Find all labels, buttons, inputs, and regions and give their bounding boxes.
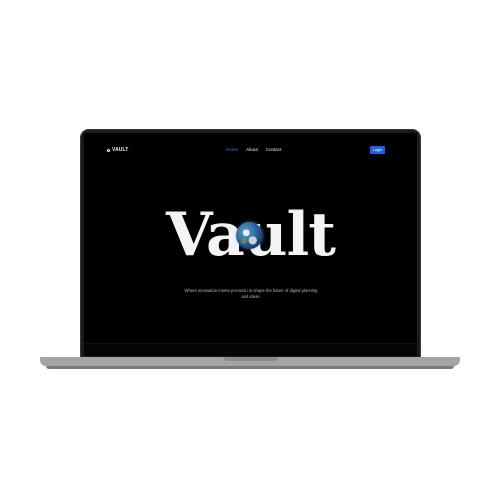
login-button[interactable]: Login	[370, 146, 385, 154]
nav-link-contact[interactable]: Contact	[266, 147, 282, 152]
logo-text: VAULT	[112, 147, 129, 153]
main-nav: Home About Contact	[226, 147, 281, 152]
site-logo[interactable]: VAULT	[107, 147, 128, 153]
screen-bottom-strip	[84, 343, 417, 356]
vault-logo-icon	[107, 148, 110, 152]
nav-link-about[interactable]: About	[246, 147, 258, 152]
laptop-screen: VAULT Home About Contact Login Vault Whe…	[84, 133, 417, 356]
laptop-base-edge	[46, 366, 454, 369]
earth-globe-icon	[236, 222, 263, 249]
nav-link-home[interactable]: Home	[226, 147, 238, 152]
laptop-hinge-notch	[223, 357, 278, 361]
hero-subtitle: Where innovation meets precision to shap…	[184, 288, 318, 299]
